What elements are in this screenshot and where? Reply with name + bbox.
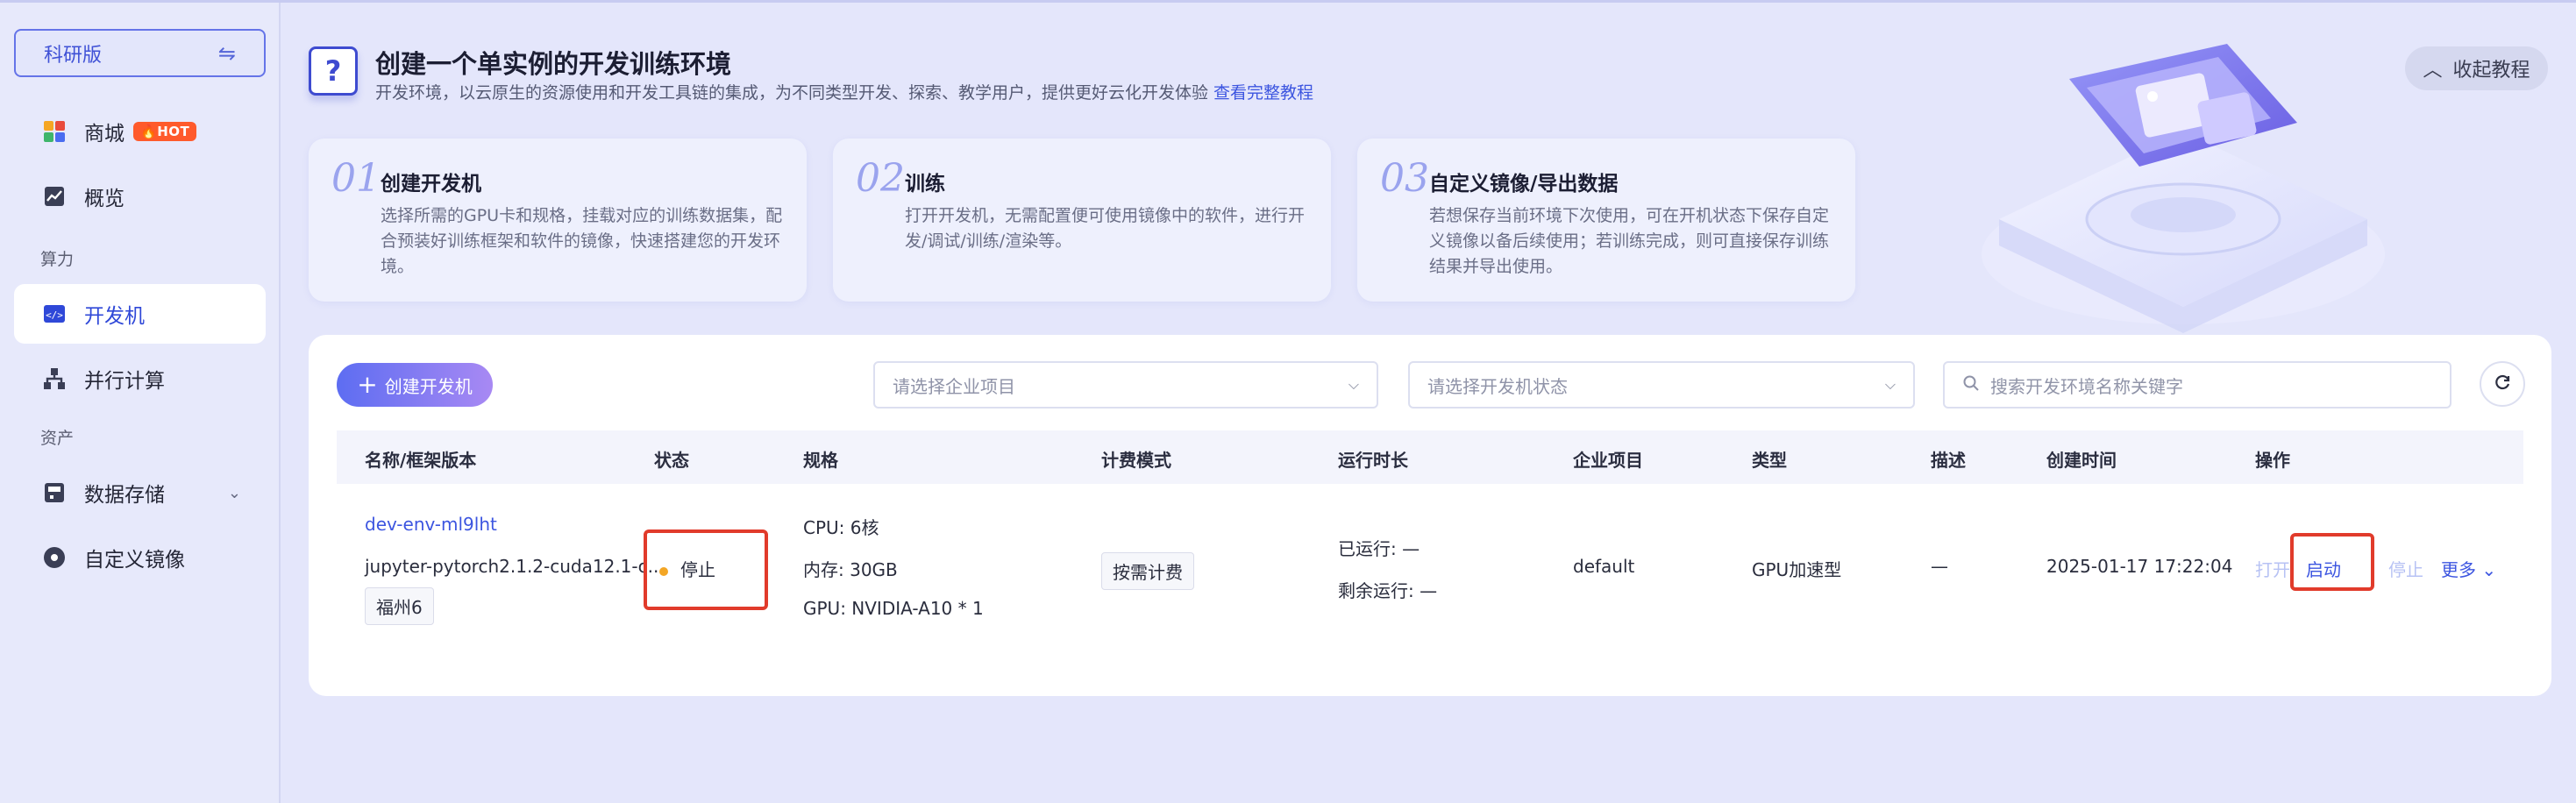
collapse-tutorial-button[interactable]: ︿ 收起教程 [2405,46,2548,90]
page-title: 创建一个单实例的开发训练环境 [375,49,732,79]
edition-switcher[interactable]: 科研版 ⇋ [14,29,266,77]
created-time: 2025-01-17 17:22:04 [2046,556,2233,577]
hero-illustration [1982,44,2385,333]
devmachine-name-link[interactable]: dev-env-ml9lht [365,514,497,535]
step-title: 训练 [905,173,945,195]
chevron-down-icon: ⌄ [2481,559,2497,580]
tutorial-link[interactable]: 查看完整教程 [1213,83,1313,103]
sidebar-item-label: 并行计算 [84,370,165,393]
sidebar-item-label: 数据存储 [84,484,165,507]
col-type: 类型 [1752,450,1787,471]
chevron-down-icon: ⌵ [1884,376,1896,393]
billing-tag: 按需计费 [1101,552,1194,590]
type-value: GPU加速型 [1752,559,1842,580]
refresh-button[interactable] [2480,361,2525,407]
dev-machine-list-card: + 创建开发机 请选择企业项目 ⌵ 请选择开发机状态 ⌵ 搜索开发环境名称关键字… [309,335,2551,696]
open-action[interactable]: 打开 [2255,556,2290,581]
sidebar-item-overview[interactable]: 概览 [14,167,266,226]
section-assets: 资产 [40,429,75,448]
disc-icon [42,545,67,570]
code-icon: </> [42,302,67,326]
step-desc: 打开开发机，无需配置便可使用镜像中的软件，进行开发/调试/训练/渲染等。 [905,206,1306,251]
sidebar-item-label: 概览 [84,188,125,210]
project-select[interactable]: 请选择企业项目 ⌵ [873,361,1378,409]
edition-label: 科研版 [44,44,103,67]
status-select[interactable]: 请选择开发机状态 ⌵ [1408,361,1915,409]
sidebar-item-devmachine[interactable]: </> 开发机 [14,284,266,344]
sidebar-item-storage[interactable]: 数据存储 ⌄ [14,463,266,522]
step-number: 01 [331,156,381,201]
step-number: 03 [1380,156,1429,201]
top-border [0,0,2576,3]
table-row: dev-env-ml9lht jupyter-pytorch2.1.2-cuda… [337,484,2523,668]
sidebar-item-label: 开发机 [84,305,145,328]
svg-text:</>: </> [46,309,63,321]
col-name: 名称/框架版本 [365,450,477,471]
col-runtime: 运行时长 [1338,450,1408,471]
refresh-icon [2492,372,2513,396]
project-value: default [1573,556,1635,577]
flame-icon: 🔥 [140,124,158,139]
step-desc: 若想保存当前环境下次使用，可在开机状态下保存自定义镜像以备后续使用；若训练完成，… [1429,206,1830,276]
runtime-elapsed: 已运行: — [1338,538,1420,559]
step-card-2: 02 训练 打开开发机，无需配置便可使用镜像中的软件，进行开发/调试/训练/渲染… [833,139,1331,302]
col-created: 创建时间 [2046,450,2117,471]
image-name: jupyter-pytorch2.1.2-cuda12.1-c... [365,556,665,577]
storage-icon [42,480,67,505]
more-action[interactable]: 更多 ⌄ [2441,556,2496,581]
chevron-up-icon: ︿ [2423,60,2443,82]
sidebar-item-store[interactable]: 商城 🔥HOT [14,102,266,161]
section-compute: 算力 [40,250,75,269]
store-icon [42,119,67,144]
region-tag: 福州6 [365,587,434,625]
sidebar-item-parallel[interactable]: 并行计算 [14,349,266,409]
sidebar-item-label: 自定义镜像 [84,549,185,572]
search-input[interactable]: 搜索开发环境名称关键字 [1943,361,2451,409]
col-billing: 计费模式 [1101,450,1171,471]
page-subtitle: 开发环境，以云原生的资源使用和开发工具链的集成，为不同类型开发、探索、教学用户，… [375,83,1314,103]
create-devmachine-button[interactable]: + 创建开发机 [337,363,493,407]
network-icon [42,366,67,391]
search-icon [1962,374,1980,396]
step-title: 自定义镜像/导出数据 [1429,173,1619,195]
step-desc: 选择所需的GPU卡和规格，挂载对应的训练数据集，配合预装好训练框架和软件的镜像，… [381,206,783,276]
hot-badge: 🔥HOT [133,122,197,141]
col-spec: 规格 [803,450,838,471]
status-highlight [644,529,768,610]
chevron-down-icon: ⌵ [1348,376,1359,393]
table-header: 名称/框架版本 状态 规格 计费模式 运行时长 企业项目 类型 描述 创建时间 … [337,430,2523,484]
desc-value: — [1931,556,1948,577]
chevron-down-icon: ⌄ [227,483,241,502]
sidebar-item-label: 商城 [84,123,125,146]
plus-icon: + [357,370,378,399]
step-title: 创建开发机 [381,173,481,195]
runtime-remaining: 剩余运行: — [1338,580,1438,601]
start-highlight [2290,533,2374,591]
col-project: 企业项目 [1573,450,1643,471]
step-card-1: 01 创建开发机 选择所需的GPU卡和规格，挂载对应的训练数据集，配合预装好训练… [309,139,807,302]
col-desc: 描述 [1931,450,1966,471]
step-number: 02 [856,156,905,201]
col-status: 状态 [654,450,689,471]
question-icon: ? [309,46,358,96]
step-card-3: 03 自定义镜像/导出数据 若想保存当前环境下次使用，可在开机状态下保存自定义镜… [1357,139,1855,302]
col-actions: 操作 [2255,450,2290,471]
spec-memory: 内存: 30GB [803,559,898,580]
spec-gpu: GPU: NVIDIA-A10 * 1 [803,598,984,619]
sidebar: 科研版 ⇋ 商城 🔥HOT 概览 算力 </> 开发机 并行计算 资产 数据存储… [0,3,281,803]
swap-icon: ⇋ [217,40,236,66]
sidebar-item-custom-image[interactable]: 自定义镜像 [14,528,266,587]
chart-line-icon [42,184,67,209]
spec-cpu: CPU: 6核 [803,517,879,538]
stop-action[interactable]: 停止 [2388,556,2423,581]
